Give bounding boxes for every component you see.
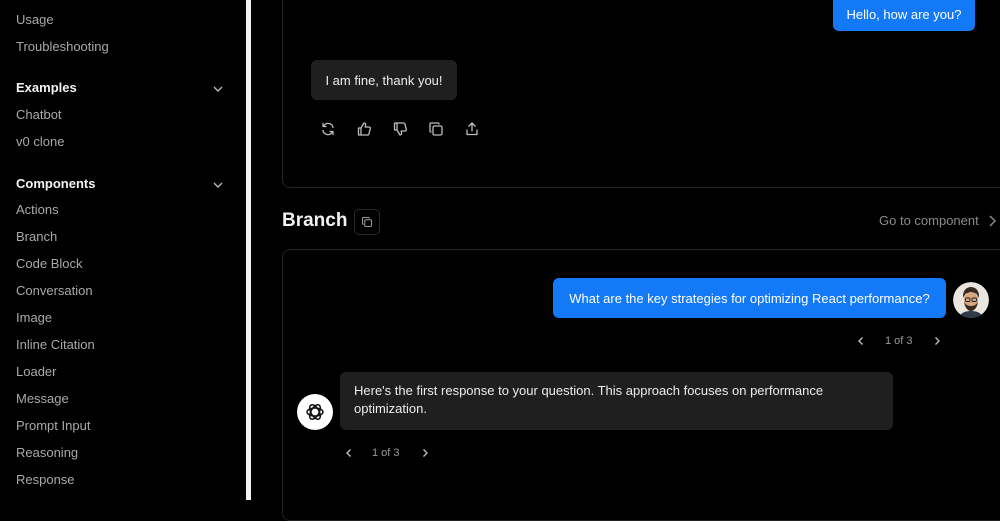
sidebar-item-response[interactable]: Response (16, 472, 75, 488)
sidebar: Usage Troubleshooting Examples Chatbot v… (0, 0, 246, 500)
sidebar-item-image[interactable]: Image (16, 310, 52, 326)
openai-logo-icon (306, 404, 324, 420)
user-message-text: Hello, how are you? (846, 7, 962, 22)
thumbs-up-icon[interactable] (356, 121, 372, 137)
branch-pager-user: 1 of 3 (885, 335, 913, 347)
chevron-down-icon[interactable] (211, 82, 225, 96)
copy-icon[interactable] (428, 121, 444, 137)
share-icon[interactable] (464, 121, 480, 137)
sidebar-heading-components[interactable]: Components (16, 176, 95, 192)
sidebar-item-usage[interactable]: Usage (16, 12, 54, 28)
assistant-avatar (297, 394, 333, 430)
sidebar-item-message[interactable]: Message (16, 391, 69, 407)
go-to-component-link[interactable]: Go to component (879, 213, 979, 228)
sidebar-item-v0-clone[interactable]: v0 clone (16, 134, 64, 150)
previous-branch-button[interactable] (854, 334, 868, 348)
sidebar-item-reasoning[interactable]: Reasoning (16, 445, 78, 461)
branch-assistant-message-text: Here's the first response to your questi… (354, 383, 824, 416)
section-title-branch: Branch (282, 210, 348, 231)
sidebar-item-actions[interactable]: Actions (16, 202, 59, 218)
branch-user-message-bubble: What are the key strategies for optimizi… (553, 278, 946, 318)
copy-link-button[interactable] (354, 209, 380, 235)
assistant-message-bubble: I am fine, thank you! (311, 60, 457, 100)
sidebar-item-inline-citation[interactable]: Inline Citation (16, 337, 95, 353)
sidebar-item-loader[interactable]: Loader (16, 364, 56, 380)
sidebar-item-troubleshooting[interactable]: Troubleshooting (16, 39, 109, 55)
assistant-message-text: I am fine, thank you! (325, 72, 443, 88)
branch-assistant-message-bubble: Here's the first response to your questi… (340, 372, 893, 430)
user-message-bubble: Hello, how are you? (833, 0, 975, 31)
next-branch-button[interactable] (930, 334, 944, 348)
previous-branch-button[interactable] (342, 446, 356, 460)
chevron-right-icon[interactable] (985, 213, 999, 229)
branch-pager-assistant: 1 of 3 (372, 447, 400, 459)
retry-icon[interactable] (320, 121, 336, 137)
user-avatar (953, 282, 989, 318)
sidebar-item-conversation[interactable]: Conversation (16, 283, 93, 299)
branch-user-message-text: What are the key strategies for optimizi… (569, 290, 930, 306)
chevron-down-icon[interactable] (211, 178, 225, 192)
next-branch-button[interactable] (418, 446, 432, 460)
sidebar-heading-examples[interactable]: Examples (16, 80, 77, 96)
sidebar-item-chatbot[interactable]: Chatbot (16, 107, 62, 123)
main-content: Hello, how are you? I am fine, thank you… (251, 0, 1000, 521)
sidebar-item-prompt-input[interactable]: Prompt Input (16, 418, 90, 434)
copy-icon (361, 216, 373, 228)
sidebar-item-code-block[interactable]: Code Block (16, 256, 82, 272)
sidebar-item-branch[interactable]: Branch (16, 229, 57, 245)
thumbs-down-icon[interactable] (392, 121, 408, 137)
